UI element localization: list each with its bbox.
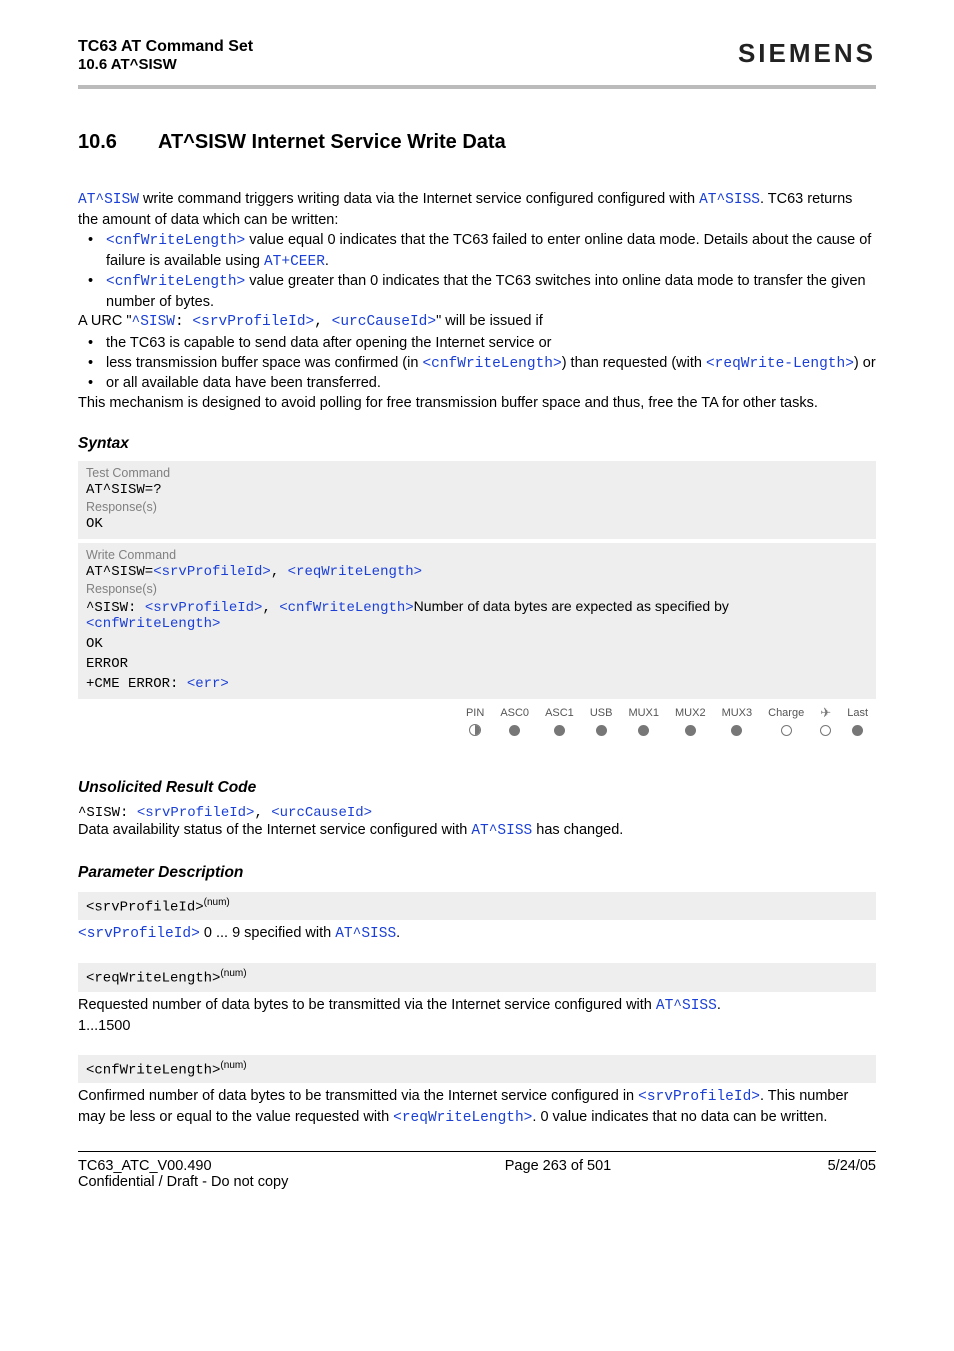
req-write-length-link[interactable]: <reqWriteLength> [288, 564, 422, 580]
at-siss-link[interactable]: AT^SISS [335, 926, 396, 942]
col-asc1: ASC1 [537, 705, 582, 721]
col-mux1: MUX1 [620, 705, 667, 721]
footer-left: TC63_ATC_V00.490 Confidential / Draft - … [78, 1158, 288, 1190]
param-req-write-range: 1...1500 [78, 1017, 876, 1037]
response-label: Response(s) [86, 500, 868, 514]
doc-title: TC63 AT Command Set [78, 38, 253, 56]
col-asc0: ASC0 [492, 705, 537, 721]
response-label: Response(s) [86, 582, 868, 596]
section-heading-text: AT^SISW Internet Service Write Data [158, 131, 506, 153]
urc-intro: A URC "^SISW: <srvProfileId>, <urcCauseI… [78, 312, 876, 333]
param-req-write-desc: Requested number of data bytes to be tra… [78, 996, 876, 1017]
urc-cause-id-link[interactable]: <urcCauseId> [332, 314, 436, 330]
page-header: TC63 AT Command Set 10.6 AT^SISW SIEMENS [78, 38, 876, 73]
last-status-icon [839, 721, 876, 739]
at-sisw-link[interactable]: AT^SISW [78, 192, 139, 208]
footer-divider [78, 1151, 876, 1153]
param-cnf-write-length: <cnfWriteLength>(num) [78, 1055, 876, 1084]
test-command-block: Test Command AT^SISW=? Response(s) OK [78, 461, 876, 539]
srv-profile-id-link[interactable]: <srvProfileId> [137, 805, 255, 821]
test-command-label: Test Command [86, 466, 868, 480]
syntax-heading: Syntax [78, 435, 876, 453]
header-left: TC63 AT Command Set 10.6 AT^SISW [78, 38, 253, 73]
footer-date: 5/24/05 [828, 1158, 876, 1190]
mux3-status-icon [714, 721, 761, 739]
intro-paragraph: AT^SISW write command triggers writing d… [78, 190, 876, 230]
param-srv-profile-desc: <srvProfileId> 0 ... 9 specified with AT… [78, 924, 876, 945]
write-command-label: Write Command [86, 548, 868, 562]
params-heading: Parameter Description [78, 864, 876, 882]
srv-profile-id-link[interactable]: <srvProfileId> [192, 314, 314, 330]
urc-description: Data availability status of the Internet… [78, 821, 876, 842]
urc-cause-id-link[interactable]: <urcCauseId> [271, 805, 372, 821]
page-footer: TC63_ATC_V00.490 Confidential / Draft - … [78, 1158, 876, 1190]
col-charge: Charge [760, 705, 812, 721]
list-item: less transmission buffer space was confi… [82, 354, 876, 375]
cnf-write-length-link[interactable]: <cnfWriteLength> [106, 274, 245, 290]
asc1-status-icon [537, 721, 582, 739]
col-airplane: ✈ [812, 705, 839, 721]
doc-section: 10.6 AT^SISW [78, 56, 253, 73]
urc-code-line: ^SISW: <srvProfileId>, <urcCauseId> [78, 805, 876, 821]
write-command-code: AT^SISW=<srvProfileId>, <reqWriteLength> [86, 562, 868, 582]
response-ok: OK [86, 514, 868, 534]
mux1-status-icon [620, 721, 667, 739]
intro-bullets-2: the TC63 is capable to send data after o… [82, 334, 876, 394]
req-write-length-link[interactable]: <reqWriteLength> [393, 1110, 532, 1126]
param-srv-profile-id: <srvProfileId>(num) [78, 892, 876, 921]
response-ok: OK [86, 634, 868, 654]
section-title: 10.6AT^SISW Internet Service Write Data [78, 131, 876, 154]
param-req-write-length: <reqWriteLength>(num) [78, 963, 876, 992]
response-error: ERROR [86, 654, 868, 674]
sisw-urc: ^SISW [132, 314, 176, 330]
list-item: <cnfWriteLength> value equal 0 indicates… [82, 231, 876, 272]
cnf-write-length-link[interactable]: <cnfWriteLength> [279, 600, 413, 616]
test-command-code: AT^SISW=? [86, 480, 868, 500]
srv-profile-id-link[interactable]: <srvProfileId> [78, 926, 200, 942]
usb-status-icon [582, 721, 621, 739]
at-siss-link[interactable]: AT^SISS [656, 998, 717, 1014]
list-item: <cnfWriteLength> value greater than 0 in… [82, 272, 876, 312]
capability-icons: PIN ASC0 ASC1 USB MUX1 MUX2 MUX3 Charge … [78, 705, 876, 739]
header-divider [78, 85, 876, 89]
srv-profile-id-link[interactable]: <srvProfileId> [638, 1089, 760, 1105]
at-siss-link[interactable]: AT^SISS [699, 192, 760, 208]
intro-bullets-1: <cnfWriteLength> value equal 0 indicates… [82, 231, 876, 312]
write-response-code: ^SISW: <srvProfileId>, <cnfWriteLength>N… [86, 596, 868, 634]
intro-tail: This mechanism is designed to avoid poll… [78, 394, 876, 414]
footer-version: TC63_ATC_V00.490 [78, 1158, 288, 1174]
param-cnf-write-desc: Confirmed number of data bytes to be tra… [78, 1087, 876, 1128]
col-mux2: MUX2 [667, 705, 714, 721]
cnf-write-length-link[interactable]: <cnfWriteLength> [106, 233, 245, 249]
airplane-icon: ✈ [820, 705, 831, 720]
col-pin: PIN [458, 705, 492, 721]
list-item: the TC63 is capable to send data after o… [82, 334, 876, 354]
cnf-write-length-link[interactable]: <cnfWriteLength> [422, 356, 561, 372]
write-command-block: Write Command AT^SISW=<srvProfileId>, <r… [78, 543, 876, 699]
urc-heading: Unsolicited Result Code [78, 779, 876, 797]
cnf-write-length-link[interactable]: <cnfWriteLength> [86, 616, 220, 632]
footer-page: Page 263 of 501 [505, 1158, 611, 1190]
at-siss-link[interactable]: AT^SISS [471, 823, 532, 839]
col-usb: USB [582, 705, 621, 721]
col-last: Last [839, 705, 876, 721]
err-link[interactable]: <err> [187, 676, 229, 692]
response-cme: +CME ERROR: <err> [86, 674, 868, 694]
col-mux3: MUX3 [714, 705, 761, 721]
list-item: or all available data have been transfer… [82, 374, 876, 394]
pin-status-icon [458, 721, 492, 739]
footer-confidential: Confidential / Draft - Do not copy [78, 1174, 288, 1190]
asc0-status-icon [492, 721, 537, 739]
brand-logo: SIEMENS [738, 38, 876, 69]
req-write-length-link[interactable]: <reqWrite-Length> [706, 356, 854, 372]
srv-profile-id-link[interactable]: <srvProfileId> [145, 600, 263, 616]
srv-profile-id-link[interactable]: <srvProfileId> [153, 564, 271, 580]
mux2-status-icon [667, 721, 714, 739]
section-number: 10.6 [78, 131, 158, 154]
charge-status-icon [760, 721, 812, 739]
at-ceer-link[interactable]: AT+CEER [264, 254, 325, 270]
airplane-status-icon [812, 721, 839, 739]
